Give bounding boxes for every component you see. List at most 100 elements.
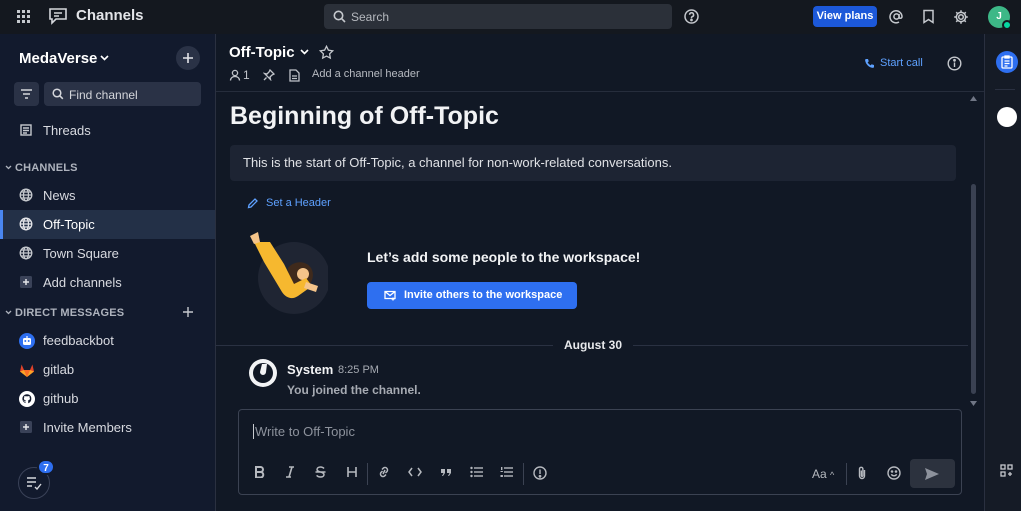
- channel-header: Off-Topic 1 Add a channel header Start c…: [216, 34, 984, 92]
- add-channel-header-link[interactable]: Add a channel header: [312, 68, 420, 80]
- add-direct-message-plus-icon[interactable]: [182, 306, 194, 318]
- sidebar-item-threads[interactable]: Threads: [0, 116, 215, 145]
- formatting-toggle-button[interactable]: Aa ^: [812, 467, 834, 481]
- filter-button[interactable]: [14, 82, 39, 106]
- team-name[interactable]: MedaVerse: [19, 50, 97, 67]
- online-status-icon: [1002, 20, 1012, 30]
- app-bar-divider: [995, 89, 1015, 90]
- search-placeholder: Search: [351, 10, 390, 24]
- quote-icon[interactable]: [440, 466, 452, 478]
- message-author[interactable]: System: [287, 362, 333, 377]
- code-icon[interactable]: [408, 466, 422, 478]
- sidebar-item-news[interactable]: News: [0, 181, 215, 210]
- priority-info-icon[interactable]: [533, 466, 547, 480]
- settings-gear-icon[interactable]: [953, 9, 969, 25]
- pencil-icon: [247, 198, 258, 209]
- toolbar-divider: [523, 463, 524, 485]
- saved-bookmark-icon[interactable]: [922, 9, 935, 24]
- top-bar: Channels Search View plans J: [0, 0, 1021, 34]
- gitlab-icon: [19, 362, 35, 378]
- plugin-app-icon[interactable]: [997, 107, 1017, 127]
- globe-icon: [19, 188, 33, 202]
- find-channel-button[interactable]: Find channel: [44, 82, 201, 106]
- message-text: You joined the channel.: [287, 383, 421, 397]
- toolbar-divider: [367, 463, 368, 485]
- strikethrough-icon[interactable]: [315, 466, 326, 478]
- sidebar-item-label: Off-Topic: [43, 217, 95, 232]
- set-header-button[interactable]: Set a Header: [266, 197, 331, 209]
- add-team-button[interactable]: [176, 46, 200, 70]
- boards-app-icon[interactable]: [996, 51, 1018, 73]
- checklist-count-badge: 7: [37, 459, 55, 475]
- message-timestamp[interactable]: 8:25 PM: [338, 364, 379, 376]
- app-bar: [984, 34, 1021, 511]
- plus-box-icon: [19, 275, 33, 289]
- chevron-down-icon[interactable]: [100, 55, 109, 61]
- bulleted-list-icon[interactable]: [470, 466, 483, 478]
- sidebar-item-town-square[interactable]: Town Square: [0, 239, 215, 268]
- scroll-up-arrow-icon[interactable]: [970, 96, 977, 101]
- link-icon[interactable]: [377, 466, 391, 478]
- pin-icon[interactable]: [263, 69, 275, 81]
- channels-product-icon: [48, 7, 68, 25]
- channel-intro-description: This is the start of Off-Topic, a channe…: [230, 145, 956, 181]
- avatar-initial: J: [996, 11, 1002, 22]
- help-icon[interactable]: [684, 9, 699, 24]
- chevron-down-icon[interactable]: [300, 49, 309, 55]
- chevron-down-icon: [5, 310, 12, 315]
- bot-icon: [19, 333, 35, 349]
- emoji-smiley-icon[interactable]: [887, 466, 901, 480]
- attachment-paperclip-icon[interactable]: [857, 466, 867, 480]
- sidebar-item-label: feedbackbot: [43, 333, 114, 348]
- member-count[interactable]: 1: [243, 68, 250, 82]
- chevron-down-icon: [5, 165, 12, 170]
- product-menu-grid-icon[interactable]: [17, 10, 30, 23]
- members-icon[interactable]: [229, 69, 241, 81]
- numbered-list-icon[interactable]: [500, 466, 513, 478]
- add-people-heading: Let’s add some people to the workspace!: [367, 249, 641, 265]
- sidebar-item-label: gitlab: [43, 362, 75, 377]
- date-separator: August 30: [553, 338, 633, 352]
- sidebar-item-label: News: [43, 188, 76, 203]
- user-avatar[interactable]: J: [988, 6, 1012, 30]
- sidebar-item-off-topic[interactable]: Off-Topic: [0, 210, 215, 239]
- sidebar-item-label: Invite Members: [43, 420, 132, 435]
- channel-name[interactable]: Off-Topic: [229, 44, 295, 61]
- heading-icon[interactable]: [347, 466, 357, 478]
- sidebar: MedaVerse Find channel Threads CHANNELS …: [0, 34, 216, 511]
- bold-icon[interactable]: [255, 466, 265, 478]
- message-composer[interactable]: Write to Off-Topic Aa ^: [238, 409, 962, 495]
- sidebar-item-invite-members[interactable]: Invite Members: [0, 413, 215, 442]
- start-call-button[interactable]: Start call: [880, 57, 923, 69]
- github-icon: [19, 391, 35, 407]
- find-channel-label: Find channel: [69, 88, 138, 102]
- globe-icon: [19, 217, 33, 231]
- send-button[interactable]: [910, 459, 955, 488]
- files-icon[interactable]: [289, 69, 300, 82]
- section-title: DIRECT MESSAGES: [15, 307, 125, 319]
- favorite-star-icon[interactable]: [319, 45, 334, 60]
- scrollbar-thumb[interactable]: [971, 184, 976, 394]
- message-input[interactable]: Write to Off-Topic: [253, 424, 355, 439]
- sidebar-item-github[interactable]: github: [0, 384, 215, 413]
- chevron-up-icon: ^: [830, 470, 835, 480]
- view-plans-button[interactable]: View plans: [813, 6, 877, 27]
- mentions-at-icon[interactable]: [889, 9, 904, 24]
- section-title: CHANNELS: [15, 162, 78, 174]
- toolbar-divider: [846, 463, 847, 485]
- italic-icon[interactable]: [285, 466, 295, 478]
- sidebar-item-label: github: [43, 391, 79, 406]
- scroll-down-arrow-icon[interactable]: [970, 401, 977, 406]
- marketplace-grid-icon[interactable]: [1000, 464, 1013, 477]
- invite-others-button[interactable]: Invite others to the workspace: [367, 282, 577, 309]
- sidebar-item-add-channels[interactable]: Add channels: [0, 268, 215, 297]
- system-avatar-icon: [248, 358, 278, 388]
- globe-icon: [19, 246, 33, 260]
- sidebar-item-gitlab[interactable]: gitlab: [0, 355, 215, 384]
- channel-info-icon[interactable]: [947, 56, 962, 71]
- plus-box-icon: [19, 420, 33, 434]
- sidebar-item-feedbackbot[interactable]: feedbackbot: [0, 326, 215, 355]
- intro-text: This is the start of Off-Topic, a channe…: [243, 155, 672, 170]
- search-icon: [333, 10, 346, 23]
- search-input[interactable]: Search: [324, 4, 672, 29]
